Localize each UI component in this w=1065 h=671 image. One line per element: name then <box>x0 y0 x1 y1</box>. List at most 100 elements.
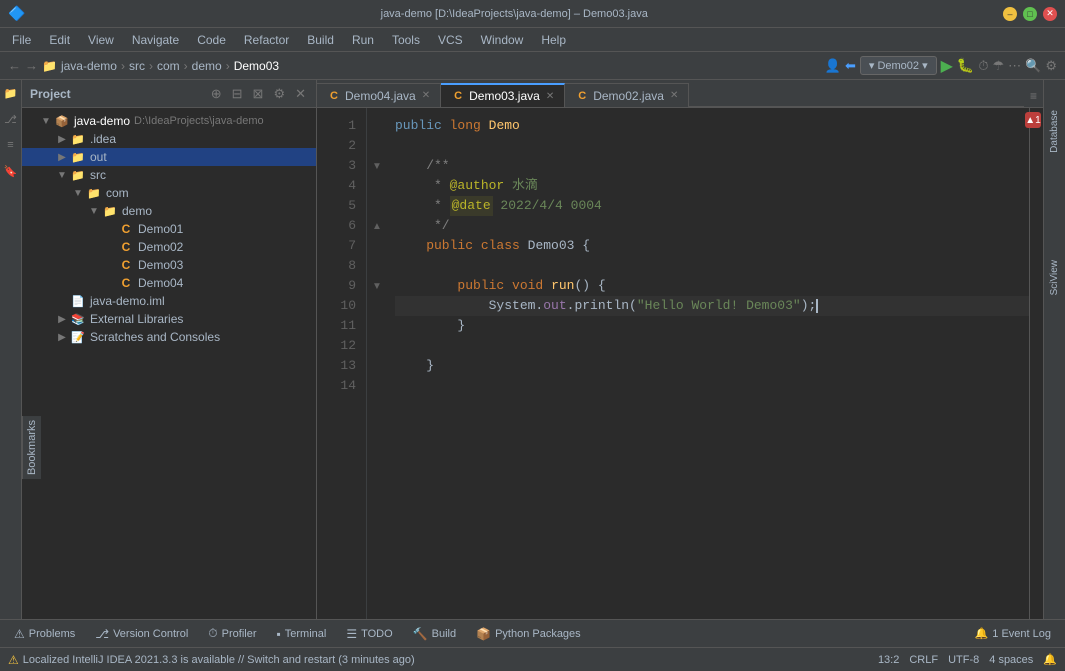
tab-demo03[interactable]: C Demo03.java ✕ <box>441 83 565 107</box>
tree-iml-file[interactable]: 📄 java-demo.iml <box>22 292 316 310</box>
menu-view[interactable]: View <box>80 31 122 49</box>
code-editor[interactable]: public long Demo /** * @author 水滴 * @dat… <box>387 108 1029 619</box>
status-message[interactable]: Localized IntelliJ IDEA 2021.3.3 is avai… <box>23 654 874 666</box>
vcs-back-icon[interactable]: ⬅ <box>845 58 856 74</box>
menu-code[interactable]: Code <box>189 31 234 49</box>
line-4: 4 <box>317 176 356 196</box>
menu-refactor[interactable]: Refactor <box>236 31 297 49</box>
gutter-14 <box>367 376 387 396</box>
database-label[interactable]: Database <box>1049 110 1060 153</box>
tree-demo01-file[interactable]: C Demo01 <box>22 220 316 238</box>
tree-src-folder[interactable]: ▼ 📁 src <box>22 166 316 184</box>
menu-file[interactable]: File <box>4 31 39 49</box>
tree-root-java-demo[interactable]: ▼ 📦 java-demo D:\IdeaProjects\java-demo <box>22 112 316 130</box>
problems-tool[interactable]: ⚠ Problems <box>6 624 83 644</box>
more-run-options[interactable]: ⋯ <box>1008 58 1021 74</box>
structure-icon[interactable]: ≡ <box>2 136 20 154</box>
settings-button[interactable]: ⚙ <box>1045 58 1057 74</box>
code-line-3: /** <box>395 156 1029 176</box>
expand-collapse-icon[interactable]: ⊠ <box>251 86 266 102</box>
line-7: 7 <box>317 236 356 256</box>
line-9: 9 <box>317 276 356 296</box>
search-everywhere-button[interactable]: 🔍 <box>1025 58 1041 74</box>
debug-button[interactable]: 🐛 <box>957 57 974 74</box>
todo-tool[interactable]: ☰ TODO <box>338 624 400 644</box>
tree-demo02-file[interactable]: C Demo02 <box>22 238 316 256</box>
fold-icon-9[interactable]: ▼ <box>372 281 382 292</box>
version-control-tool[interactable]: ⎇ Version Control <box>87 624 196 644</box>
breadcrumb-java-demo[interactable]: java-demo <box>61 59 117 73</box>
tab-demo02-close[interactable]: ✕ <box>670 90 678 101</box>
menu-window[interactable]: Window <box>473 31 532 49</box>
project-settings-icon[interactable]: ⚙ <box>271 86 287 102</box>
gutter-7 <box>367 236 387 256</box>
menu-build[interactable]: Build <box>299 31 342 49</box>
menu-edit[interactable]: Edit <box>41 31 78 49</box>
menu-tools[interactable]: Tools <box>384 31 428 49</box>
problems-label: Problems <box>29 628 75 640</box>
tree-idea-folder[interactable]: ▶ 📁 .idea <box>22 130 316 148</box>
line-ending[interactable]: CRLF <box>909 654 938 666</box>
editor-content[interactable]: 1 2 3 4 5 6 7 8 9 10 11 12 13 14 ▼ <box>317 108 1043 619</box>
commit-icon[interactable]: ⎇ <box>2 110 20 128</box>
profile-run-button[interactable]: ⏱ <box>978 58 988 74</box>
tab-menu-button[interactable]: ≡ <box>1024 85 1043 107</box>
terminal-tool[interactable]: ▪ Terminal <box>269 624 335 644</box>
tree-demo03-file[interactable]: C Demo03 <box>22 256 316 274</box>
code-line-10: System.out.println("Hello World! Demo03"… <box>395 296 1029 316</box>
tree-out-folder[interactable]: ▶ 📁 out <box>22 148 316 166</box>
tab-demo04-close[interactable]: ✕ <box>422 90 430 101</box>
indent-info[interactable]: 4 spaces <box>989 654 1033 666</box>
menu-navigate[interactable]: Navigate <box>124 31 187 49</box>
sciview-label[interactable]: SciView <box>1049 260 1060 295</box>
bookmarks-label[interactable]: Bookmarks <box>22 416 41 479</box>
menu-vcs[interactable]: VCS <box>430 31 471 49</box>
breadcrumb-demo03[interactable]: Demo03 <box>234 59 279 73</box>
tab-demo02[interactable]: C Demo02.java ✕ <box>565 83 689 107</box>
tree-demo-folder[interactable]: ▼ 📁 demo <box>22 202 316 220</box>
left-sidebar-icons: 📁 ⎇ ≡ 🔖 <box>0 80 22 619</box>
project-tool-icon[interactable]: 📁 <box>2 84 20 102</box>
encoding[interactable]: UTF-8 <box>948 654 979 666</box>
menu-bar: File Edit View Navigate Code Refactor Bu… <box>0 28 1065 52</box>
close-button[interactable]: ✕ <box>1043 7 1057 21</box>
event-log-tool[interactable]: 🔔 1 Event Log <box>967 624 1059 643</box>
build-tool[interactable]: 🔨 Build <box>405 624 464 644</box>
menu-run[interactable]: Run <box>344 31 382 49</box>
project-close-icon[interactable]: ✕ <box>293 86 308 102</box>
menu-help[interactable]: Help <box>533 31 574 49</box>
collapse-all-icon[interactable]: ⊟ <box>230 86 245 102</box>
fold-icon-6[interactable]: ▲ <box>372 221 382 232</box>
tab-demo04[interactable]: C Demo04.java ✕ <box>317 83 441 107</box>
coverage-button[interactable]: ☂ <box>993 58 1005 74</box>
tab-demo02-label: Demo02.java <box>593 89 664 103</box>
code-line-14 <box>395 376 1029 396</box>
breadcrumb-com[interactable]: com <box>157 59 180 73</box>
project-icon: 📁 <box>42 59 57 73</box>
run-config-button[interactable]: ▾ Demo02 ▾ <box>860 56 937 75</box>
notifications-icon[interactable]: 🔔 <box>1043 653 1057 666</box>
run-button[interactable]: ▶ <box>941 56 953 76</box>
nav-back-icon[interactable]: ← <box>8 58 21 73</box>
vcs-icon: ⎇ <box>95 627 109 641</box>
profile-icon[interactable]: 👤 <box>825 58 841 74</box>
bookmarks-icon[interactable]: 🔖 <box>2 162 20 180</box>
breadcrumb-src[interactable]: src <box>129 59 145 73</box>
tree-scratches[interactable]: ▶ 📝 Scratches and Consoles <box>22 328 316 346</box>
error-stripe: ▲1 <box>1029 108 1043 619</box>
profiler-tool[interactable]: ⏱ Profiler <box>200 623 264 644</box>
editor-area: C Demo04.java ✕ C Demo03.java ✕ C Demo02… <box>317 80 1043 619</box>
tree-demo04-file[interactable]: C Demo04 <box>22 274 316 292</box>
tree-external-libraries[interactable]: ▶ 📚 External Libraries <box>22 310 316 328</box>
cursor-position[interactable]: 13:2 <box>878 654 899 666</box>
python-packages-tool[interactable]: 📦 Python Packages <box>468 624 589 644</box>
fold-icon-3[interactable]: ▼ <box>372 161 382 172</box>
tree-com-folder[interactable]: ▼ 📁 com <box>22 184 316 202</box>
breadcrumb-demo[interactable]: demo <box>192 59 222 73</box>
nav-forward-icon[interactable]: → <box>25 58 38 73</box>
tab-spacer <box>689 106 1024 107</box>
add-to-project-icon[interactable]: ⊕ <box>209 86 224 102</box>
tab-demo03-close[interactable]: ✕ <box>546 91 554 102</box>
minimize-button[interactable]: – <box>1003 7 1017 21</box>
maximize-button[interactable]: □ <box>1023 7 1037 21</box>
